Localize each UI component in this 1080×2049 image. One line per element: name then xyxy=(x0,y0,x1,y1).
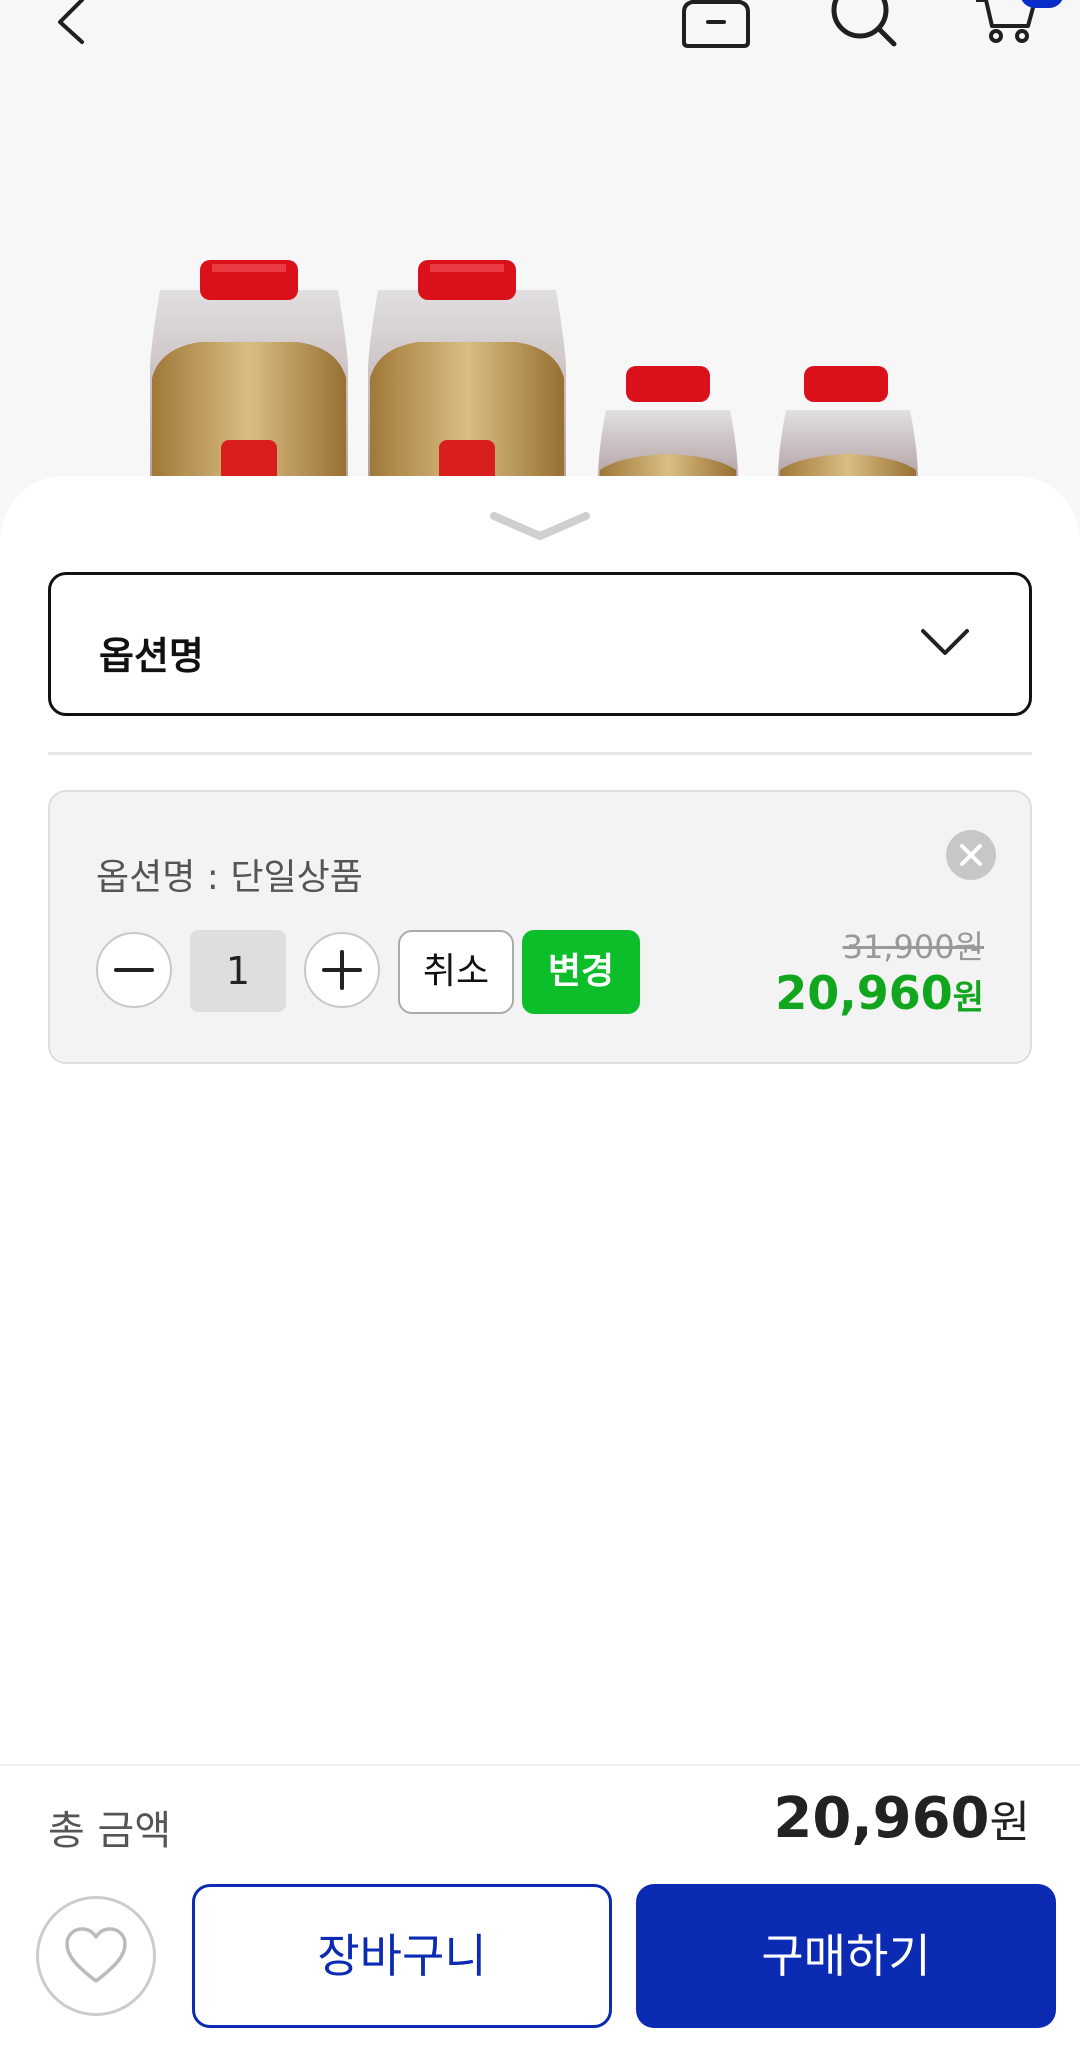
selected-option-card: 옵션명 : 단일상품 1 취소 변경 31,900원 20,960원 xyxy=(48,790,1032,1064)
product-image xyxy=(0,60,1080,480)
original-price: 31,900원 xyxy=(842,928,984,966)
total-price: 20,960원 xyxy=(773,1786,1030,1851)
close-icon xyxy=(960,844,982,866)
sale-price: 20,960원 xyxy=(775,966,984,1020)
total-price-currency: 원 xyxy=(989,1797,1030,1848)
option-select-label: 옵션명 xyxy=(99,634,204,678)
product-bottles-image xyxy=(150,260,918,480)
change-button[interactable]: 변경 xyxy=(522,930,640,1014)
divider xyxy=(48,752,1032,755)
buy-now-button[interactable]: 구매하기 xyxy=(636,1884,1056,2028)
sheet-collapse-handle[interactable] xyxy=(490,508,590,542)
plus-icon xyxy=(322,950,362,990)
increase-quantity-button[interactable] xyxy=(304,932,380,1008)
option-select[interactable]: 옵션명 xyxy=(48,572,1032,716)
sale-price-currency: 원 xyxy=(952,978,984,1018)
search-icon[interactable] xyxy=(826,0,902,50)
wishlist-button[interactable] xyxy=(36,1896,156,2016)
shopping-bag-icon[interactable] xyxy=(676,0,756,50)
decrease-quantity-button[interactable] xyxy=(96,932,172,1008)
minus-icon xyxy=(114,968,154,972)
summary-divider xyxy=(0,1764,1080,1766)
total-price-value: 20,960 xyxy=(773,1786,990,1851)
back-arrow-icon[interactable] xyxy=(44,0,94,48)
cancel-button[interactable]: 취소 xyxy=(398,930,514,1014)
remove-option-button[interactable] xyxy=(946,830,996,880)
heart-icon xyxy=(65,1927,127,1983)
chevron-down-icon xyxy=(921,629,969,655)
total-label: 총 금액 xyxy=(48,1808,172,1854)
quantity-value[interactable]: 1 xyxy=(190,930,286,1012)
add-to-cart-button[interactable]: 장바구니 xyxy=(192,1884,612,2028)
sale-price-value: 20,960 xyxy=(775,966,953,1020)
selected-option-label: 옵션명 : 단일상품 xyxy=(96,857,363,898)
